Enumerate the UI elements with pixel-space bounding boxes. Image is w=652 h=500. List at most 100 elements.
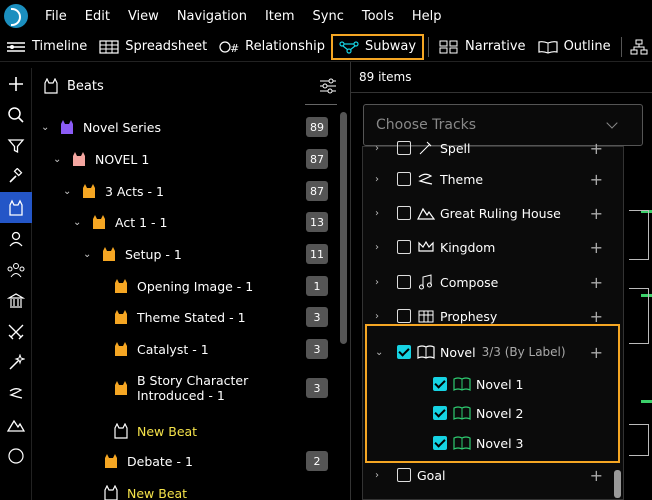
- menu-edit[interactable]: Edit: [76, 9, 119, 24]
- track-checkbox[interactable]: [397, 275, 411, 289]
- track-checkbox[interactable]: [433, 436, 447, 450]
- add-track-icon[interactable]: +: [590, 273, 603, 292]
- add-track-icon[interactable]: +: [590, 170, 603, 189]
- tracks-scrollbar[interactable]: [614, 470, 621, 498]
- menu-help[interactable]: Help: [403, 9, 451, 24]
- chevron-right-icon[interactable]: ›: [375, 470, 389, 481]
- track-checkbox[interactable]: [397, 172, 411, 186]
- beat-row[interactable]: Theme Stated - 1 3: [107, 305, 338, 329]
- institution-icon[interactable]: [0, 285, 32, 316]
- track-row[interactable]: › Great Ruling House +: [363, 198, 625, 228]
- chevron-right-icon[interactable]: ›: [375, 208, 389, 219]
- track-checkbox[interactable]: [397, 468, 411, 482]
- chevron-down-icon[interactable]: ⌄: [375, 347, 389, 358]
- track-checkbox[interactable]: [433, 406, 447, 420]
- chevron-down-icon[interactable]: ⌄: [73, 217, 85, 228]
- hierarchy-icon[interactable]: [630, 39, 648, 55]
- add-track-icon[interactable]: +: [590, 139, 603, 158]
- cat-icon: [93, 215, 105, 229]
- chevron-down-icon[interactable]: ⌄: [63, 186, 75, 197]
- beat-label: Theme Stated - 1: [137, 309, 246, 325]
- add-track-icon[interactable]: +: [590, 204, 603, 223]
- beat-row[interactable]: New Beat: [97, 481, 338, 500]
- character-icon[interactable]: [0, 223, 32, 254]
- chevron-down-icon[interactable]: ⌄: [41, 122, 53, 133]
- add-track-icon[interactable]: +: [590, 343, 603, 362]
- spreadsheet-button[interactable]: Spreadsheet: [93, 34, 213, 60]
- menu-item[interactable]: Item: [256, 9, 304, 24]
- track-row[interactable]: Novel 2: [363, 398, 625, 428]
- track-row[interactable]: ⌄ Novel 3/3 (By Label) +: [363, 337, 625, 367]
- track-checkbox[interactable]: [397, 345, 411, 359]
- calendar-icon: [418, 310, 434, 323]
- beats-scrollbar[interactable]: [340, 112, 347, 344]
- beat-row[interactable]: ⌄ NOVEL 1 87: [53, 147, 338, 171]
- magic-wand-icon[interactable]: [0, 347, 32, 378]
- track-row[interactable]: Novel 3: [363, 428, 625, 458]
- timeline-button[interactable]: Timeline: [0, 34, 93, 60]
- track-row[interactable]: › Spell +: [363, 133, 625, 163]
- beat-row[interactable]: B Story Character Introduced - 1 3: [107, 371, 338, 405]
- outline-label: Outline: [563, 39, 611, 54]
- beat-row[interactable]: Catalyst - 1 3: [107, 337, 338, 361]
- search-icon[interactable]: [0, 99, 32, 130]
- beat-row[interactable]: Debate - 1 2: [97, 449, 338, 473]
- chevron-down-icon[interactable]: ⌄: [83, 249, 95, 260]
- menu-tools[interactable]: Tools: [353, 9, 403, 24]
- subway-track-line: [641, 400, 652, 403]
- beats-title: Beats: [67, 78, 104, 94]
- gavel-icon[interactable]: [0, 161, 32, 192]
- track-checkbox[interactable]: [397, 141, 411, 155]
- beat-row[interactable]: New Beat: [107, 419, 338, 443]
- add-track-icon[interactable]: +: [590, 466, 603, 485]
- beat-row[interactable]: ⌄ 3 Acts - 1 87: [63, 179, 338, 203]
- track-checkbox[interactable]: [397, 206, 411, 220]
- chevron-down-icon: [606, 117, 618, 129]
- beats-settings-icon[interactable]: [319, 78, 337, 94]
- menu-view[interactable]: View: [119, 9, 168, 24]
- chevron-right-icon[interactable]: ›: [375, 277, 389, 288]
- filter-icon[interactable]: [0, 130, 32, 161]
- add-icon[interactable]: [0, 68, 32, 99]
- chevron-down-icon[interactable]: ⌄: [53, 154, 65, 165]
- swirl-icon[interactable]: [0, 378, 32, 409]
- beat-row[interactable]: ⌄ Novel Series 89: [41, 115, 338, 139]
- beat-row[interactable]: Opening Image - 1 1: [107, 274, 338, 298]
- menu-navigation[interactable]: Navigation: [168, 9, 256, 24]
- group-icon[interactable]: [0, 254, 32, 285]
- chevron-right-icon[interactable]: ›: [375, 311, 389, 322]
- beat-label: 3 Acts - 1: [105, 183, 164, 199]
- beat-count-badge: 1: [306, 276, 328, 296]
- chevron-right-icon[interactable]: ›: [375, 242, 389, 253]
- menu-sync[interactable]: Sync: [304, 9, 353, 24]
- track-checkbox[interactable]: [397, 309, 411, 323]
- relationship-icon: #: [219, 40, 239, 54]
- track-row[interactable]: Novel 1: [363, 369, 625, 399]
- mountain-icon[interactable]: [0, 409, 32, 440]
- cat-icon: [83, 184, 95, 198]
- track-checkbox[interactable]: [397, 240, 411, 254]
- subway-button[interactable]: Subway: [330, 33, 425, 60]
- track-row[interactable]: › Goal +: [363, 460, 625, 490]
- narrative-button[interactable]: Narrative: [433, 34, 532, 60]
- chevron-right-icon[interactable]: ›: [375, 143, 389, 154]
- chevron-right-icon[interactable]: ›: [375, 174, 389, 185]
- outline-button[interactable]: Outline: [532, 34, 617, 60]
- beat-count-badge: 3: [306, 378, 328, 398]
- track-checkbox[interactable]: [433, 377, 447, 391]
- swords-icon[interactable]: [0, 316, 32, 347]
- track-row[interactable]: › Theme +: [363, 164, 625, 194]
- relationship-button[interactable]: # Relationship: [213, 34, 331, 60]
- beat-row[interactable]: ⌄ Setup - 1 11: [83, 242, 338, 266]
- track-row[interactable]: › Kingdom +: [363, 232, 625, 262]
- track-row[interactable]: › Compose +: [363, 267, 625, 297]
- globe-icon[interactable]: [0, 440, 32, 471]
- track-row[interactable]: › Prophesy +: [363, 301, 625, 331]
- beat-count-badge: 89: [306, 117, 328, 137]
- beat-count-badge: 13: [306, 212, 328, 232]
- add-track-icon[interactable]: +: [590, 307, 603, 326]
- menu-file[interactable]: File: [36, 9, 76, 24]
- beat-row[interactable]: ⌄ Act 1 - 1 13: [73, 210, 338, 234]
- add-track-icon[interactable]: +: [590, 238, 603, 257]
- beats-cat-icon[interactable]: [0, 192, 32, 223]
